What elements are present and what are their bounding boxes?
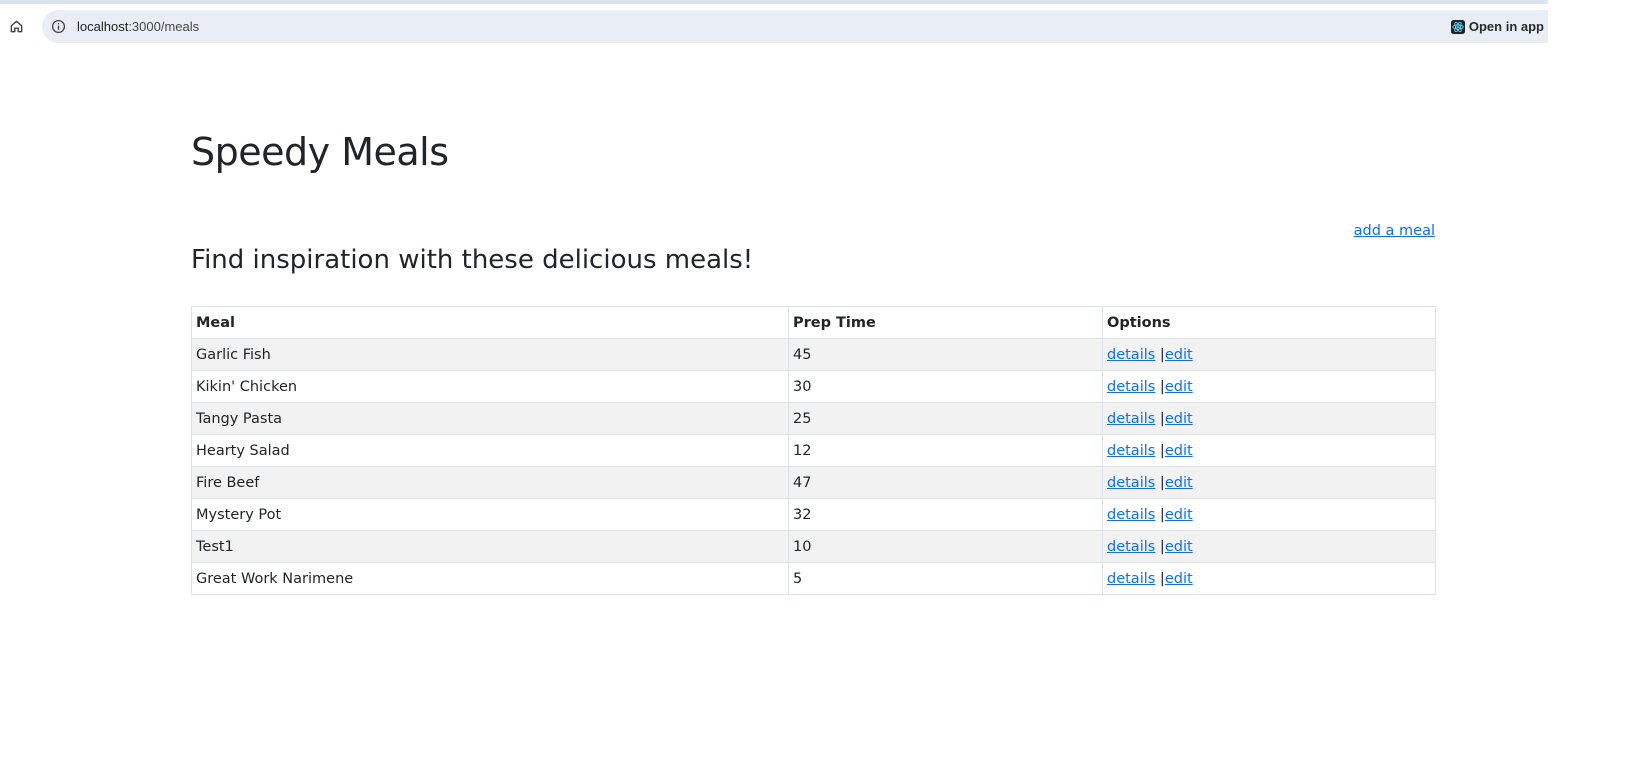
open-in-app-label: Open in app bbox=[1468, 19, 1544, 34]
edit-link[interactable]: edit bbox=[1165, 443, 1193, 459]
browser-top-strip bbox=[0, 0, 1548, 4]
url-host: localhost bbox=[77, 19, 129, 34]
address-bar[interactable]: localhost:3000/meals Open in app bbox=[42, 10, 1548, 43]
table-row: Test1 10 details |edit bbox=[191, 530, 1436, 563]
prep-time: 45 bbox=[788, 338, 1103, 371]
prep-time: 10 bbox=[788, 530, 1103, 563]
table-row: Kikin' Chicken 30 details |edit bbox=[191, 370, 1436, 403]
table-header-row: Meal Prep Time Options bbox=[191, 306, 1436, 339]
edit-link[interactable]: edit bbox=[1165, 571, 1193, 587]
table-row: Hearty Salad 12 details |edit bbox=[191, 434, 1436, 467]
options-cell: details |edit bbox=[1102, 434, 1436, 467]
meal-name: Garlic Fish bbox=[191, 338, 789, 371]
url-path: :3000/meals bbox=[128, 19, 200, 34]
page-subtitle: Find inspiration with these delicious me… bbox=[191, 245, 754, 275]
add-meal-link[interactable]: add a meal bbox=[1354, 221, 1435, 241]
edit-link[interactable]: edit bbox=[1165, 347, 1193, 363]
prep-time: 32 bbox=[788, 498, 1103, 531]
details-link[interactable]: details bbox=[1107, 571, 1155, 587]
prep-time: 25 bbox=[788, 402, 1103, 435]
table-row: Mystery Pot 32 details |edit bbox=[191, 498, 1436, 531]
edit-link[interactable]: edit bbox=[1165, 411, 1193, 427]
details-link[interactable]: details bbox=[1107, 475, 1155, 491]
edit-link[interactable]: edit bbox=[1165, 507, 1193, 523]
details-link[interactable]: details bbox=[1107, 507, 1155, 523]
details-link[interactable]: details bbox=[1107, 379, 1155, 395]
meal-name: Tangy Pasta bbox=[191, 402, 789, 435]
edit-link[interactable]: edit bbox=[1165, 475, 1193, 491]
meal-name: Fire Beef bbox=[191, 466, 789, 499]
home-button[interactable] bbox=[7, 17, 25, 35]
details-link[interactable]: details bbox=[1107, 411, 1155, 427]
options-cell: details |edit bbox=[1102, 498, 1436, 531]
prep-time: 47 bbox=[788, 466, 1103, 499]
table-row: Fire Beef 47 details |edit bbox=[191, 466, 1436, 499]
edit-link[interactable]: edit bbox=[1165, 539, 1193, 555]
meal-name: Hearty Salad bbox=[191, 434, 789, 467]
table-row: Great Work Narimene 5 details |edit bbox=[191, 562, 1436, 595]
react-icon bbox=[1450, 19, 1465, 34]
page-title: Speedy Meals bbox=[191, 130, 449, 174]
home-icon bbox=[10, 20, 22, 32]
meal-name: Mystery Pot bbox=[191, 498, 789, 531]
header-meal: Meal bbox=[191, 306, 789, 339]
details-link[interactable]: details bbox=[1107, 539, 1155, 555]
meals-table: Meal Prep Time Options Garlic Fish 45 de… bbox=[191, 306, 1436, 595]
options-cell: details |edit bbox=[1102, 338, 1436, 371]
header-options: Options bbox=[1102, 306, 1436, 339]
header-prep-time: Prep Time bbox=[788, 306, 1103, 339]
edit-link[interactable]: edit bbox=[1165, 379, 1193, 395]
details-link[interactable]: details bbox=[1107, 443, 1155, 459]
table-row: Garlic Fish 45 details |edit bbox=[191, 338, 1436, 371]
options-cell: details |edit bbox=[1102, 466, 1436, 499]
options-cell: details |edit bbox=[1102, 530, 1436, 563]
info-icon[interactable] bbox=[51, 19, 66, 34]
meal-name: Kikin' Chicken bbox=[191, 370, 789, 403]
prep-time: 12 bbox=[788, 434, 1103, 467]
table-row: Tangy Pasta 25 details |edit bbox=[191, 402, 1436, 435]
open-in-app-button[interactable]: Open in app bbox=[1447, 17, 1544, 36]
details-link[interactable]: details bbox=[1107, 347, 1155, 363]
options-cell: details |edit bbox=[1102, 402, 1436, 435]
prep-time: 30 bbox=[788, 370, 1103, 403]
meal-name: Test1 bbox=[191, 530, 789, 563]
meal-name: Great Work Narimene bbox=[191, 562, 789, 595]
options-cell: details |edit bbox=[1102, 370, 1436, 403]
options-cell: details |edit bbox=[1102, 562, 1436, 595]
prep-time: 5 bbox=[788, 562, 1103, 595]
url-text[interactable]: localhost:3000/meals bbox=[77, 18, 199, 35]
